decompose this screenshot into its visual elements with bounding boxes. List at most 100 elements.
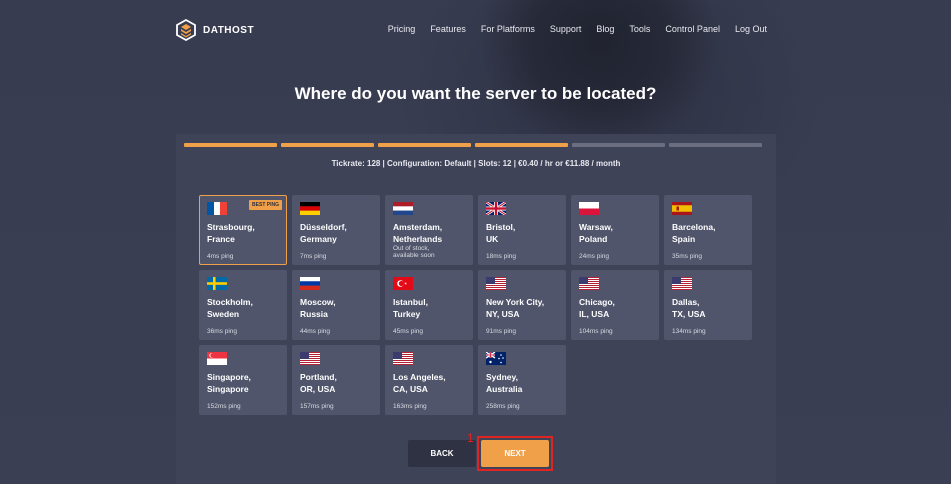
brand-logo[interactable]: DATHOST: [175, 19, 254, 41]
nav-log-out[interactable]: Log Out: [735, 24, 767, 34]
location-ping: 44ms ping: [300, 328, 330, 335]
location-ping: 152ms ping: [207, 403, 241, 410]
location-name: Stockholm, Sweden: [207, 296, 287, 320]
page-title: Where do you want the server to be locat…: [294, 84, 657, 103]
location-name: Warsaw, Poland: [579, 221, 659, 245]
location-city: Amsterdam,: [393, 222, 443, 232]
location-card[interactable]: Barcelona, Spain 35ms ping: [664, 195, 752, 265]
flag-usa-icon: [393, 352, 413, 365]
location-city: Los Angeles,: [393, 372, 446, 382]
location-card[interactable]: Istanbul, Turkey 45ms ping: [385, 270, 473, 340]
location-card[interactable]: New York City, NY, USA 91ms ping: [478, 270, 566, 340]
nav-blog[interactable]: Blog: [596, 24, 614, 34]
location-city: New York City,: [486, 297, 545, 307]
location-city: Strasbourg,: [207, 222, 255, 232]
location-card[interactable]: Stockholm, Sweden 36ms ping: [199, 270, 287, 340]
flag-netherlands-icon: [393, 202, 413, 215]
location-ping: 91ms ping: [486, 328, 516, 335]
nav-tools[interactable]: Tools: [629, 24, 650, 34]
nav-features[interactable]: Features: [430, 24, 466, 34]
location-card[interactable]: Dallas, TX, USA 134ms ping: [664, 270, 752, 340]
annotation-marker: 1: [467, 431, 474, 445]
location-name: New York City, NY, USA: [486, 296, 566, 320]
location-ping: 35ms ping: [672, 253, 702, 260]
progress-step-6: [669, 143, 762, 147]
location-country: CA, USA: [393, 384, 428, 394]
progress-step-4: [475, 143, 568, 147]
location-name: Sydney, Australia: [486, 371, 566, 395]
location-name: Dallas, TX, USA: [672, 296, 752, 320]
location-city: Sydney,: [486, 372, 518, 382]
location-card[interactable]: Bristol, UK 18ms ping: [478, 195, 566, 265]
location-country: Spain: [672, 234, 696, 244]
order-summary: Tickrate: 128 | Configuration: Default |…: [331, 159, 621, 168]
nav-pricing[interactable]: Pricing: [388, 24, 416, 34]
location-name: Bristol, UK: [486, 221, 566, 245]
location-name: Los Angeles, CA, USA: [393, 371, 473, 395]
location-name: Amsterdam, Netherlands: [393, 221, 473, 245]
location-name: Barcelona, Spain: [672, 221, 752, 245]
location-ping: 18ms ping: [486, 253, 516, 260]
flag-usa-icon: [300, 352, 320, 365]
location-card[interactable]: Moscow, Russia 44ms ping: [292, 270, 380, 340]
flag-sweden-icon: [207, 277, 227, 290]
nav-for-platforms[interactable]: For Platforms: [481, 24, 535, 34]
location-name: Singapore, Singapore: [207, 371, 287, 395]
location-ping: 24ms ping: [579, 253, 609, 260]
progress-step-3: [378, 143, 471, 147]
location-card[interactable]: Los Angeles, CA, USA 163ms ping: [385, 345, 473, 415]
flag-usa-icon: [672, 277, 692, 290]
location-country: Germany: [300, 234, 337, 244]
back-button[interactable]: BACK: [408, 440, 476, 467]
location-country: Sweden: [207, 309, 240, 319]
flag-uk-icon: [486, 202, 506, 215]
location-card[interactable]: Singapore, Singapore 152ms ping: [199, 345, 287, 415]
location-country: Singapore: [207, 384, 249, 394]
nav-control-panel[interactable]: Control Panel: [665, 24, 720, 34]
location-name: Chicago, IL, USA: [579, 296, 659, 320]
location-card[interactable]: Chicago, IL, USA 104ms ping: [571, 270, 659, 340]
flag-france-icon: [207, 202, 227, 215]
location-ping: 157ms ping: [300, 403, 334, 410]
location-ping: 104ms ping: [579, 328, 613, 335]
progress-step-5: [572, 143, 665, 147]
location-city: Bristol,: [486, 222, 516, 232]
dathost-logo-icon: [176, 19, 196, 41]
progress-step-2: [281, 143, 374, 147]
flag-singapore-icon: [207, 352, 227, 365]
location-ping: 36ms ping: [207, 328, 237, 335]
location-ping: 163ms ping: [393, 403, 427, 410]
location-card[interactable]: Warsaw, Poland 24ms ping: [571, 195, 659, 265]
location-card[interactable]: Amsterdam, Netherlands Out of stock, avail…: [385, 195, 473, 265]
brand-name: DATHOST: [203, 24, 255, 36]
location-city: Barcelona,: [672, 222, 716, 232]
location-city: Singapore,: [207, 372, 251, 382]
location-ping: 258ms ping: [486, 403, 520, 410]
location-city: Dallas,: [672, 297, 700, 307]
location-card[interactable]: Düsseldorf, Germany 7ms ping: [292, 195, 380, 265]
flag-usa-icon: [579, 277, 599, 290]
location-name: Portland, OR, USA: [300, 371, 380, 395]
location-country: France: [207, 234, 235, 244]
location-ping: 4ms ping: [207, 253, 234, 260]
location-city: Stockholm,: [207, 297, 253, 307]
stock-note: Out of stock, available soon: [393, 245, 435, 259]
nav-support[interactable]: Support: [550, 24, 582, 34]
location-card[interactable]: Sydney, Australia 258ms ping: [478, 345, 566, 415]
location-card[interactable]: BEST PING Strasbourg, France 4ms ping: [199, 195, 287, 265]
flag-russia-icon: [300, 277, 320, 290]
progress-bar: [184, 143, 762, 147]
flag-poland-icon: [579, 202, 599, 215]
main-nav: Pricing Features For Platforms Support B…: [373, 24, 767, 34]
next-button[interactable]: NEXT: [481, 440, 549, 467]
location-city: Istanbul,: [393, 297, 428, 307]
progress-step-1: [184, 143, 277, 147]
location-card[interactable]: Portland, OR, USA 157ms ping: [292, 345, 380, 415]
location-city: Düsseldorf,: [300, 222, 347, 232]
location-country: UK: [486, 234, 499, 244]
flag-usa-icon: [486, 277, 506, 290]
location-country: NY, USA: [486, 309, 520, 319]
location-country: Poland: [579, 234, 608, 244]
location-ping: 45ms ping: [393, 328, 423, 335]
location-country: IL, USA: [579, 309, 610, 319]
